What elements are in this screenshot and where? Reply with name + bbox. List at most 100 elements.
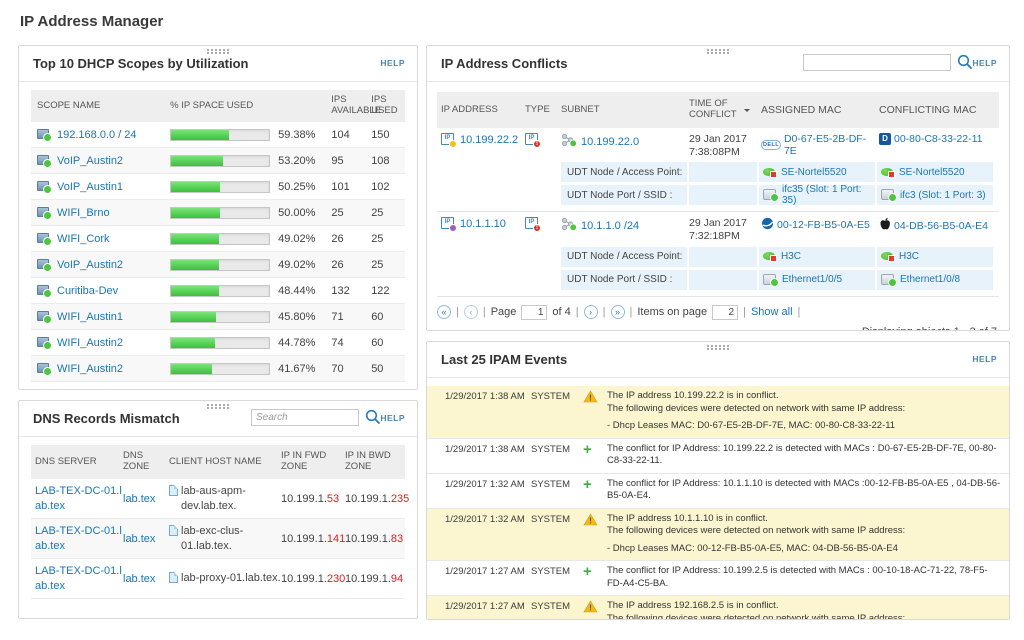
conflicting-port-link[interactable]: Ethernet1/0/8	[900, 274, 960, 285]
dns-server-link[interactable]: LAB-TEX-DC-01.lab.tex	[35, 525, 122, 551]
assigned-port-link[interactable]: Ethernet1/0/5	[782, 274, 842, 285]
event-row: 1/29/2017 1:27 AM SYSTEM ! The IP addres…	[427, 596, 1009, 620]
conflicting-mac-link[interactable]: 00-80-C8-33-22-11	[894, 133, 983, 145]
col-type: TYPE	[525, 105, 561, 116]
assigned-mac-link[interactable]: 00-12-FB-B5-0A-E5	[777, 219, 870, 231]
scope-name-link[interactable]: Curitiba-Dev	[57, 285, 118, 297]
scope-name-link[interactable]: WIFI_Austin2	[57, 363, 123, 375]
dns-zone-link[interactable]: lab.tex	[123, 533, 155, 545]
plus-icon: +	[581, 478, 607, 491]
ipam-dashboard: IP Address Manager Top 10 DHCP Scopes by…	[0, 0, 1024, 640]
event-message: The IP address 10.199.22.2 is in conflic…	[607, 390, 1001, 433]
col-assigned-mac: ASSIGNED MAC	[761, 104, 879, 116]
dns-mismatch-row: LAB-TEX-DC-01.lab.tex lab.tex lab-proxy-…	[31, 559, 405, 599]
scope-name-link[interactable]: WIFI_Brno	[57, 207, 110, 219]
dns-panel-title: DNS Records Mismatch	[33, 411, 180, 426]
subnet-link[interactable]: 10.1.1.0 /24	[581, 220, 639, 232]
col-scope-name: SCOPE NAME	[31, 101, 170, 112]
items-on-page-input[interactable]	[712, 305, 738, 320]
event-row: 1/29/2017 1:38 AM SYSTEM ! The IP addres…	[427, 386, 1009, 439]
subnet-link[interactable]: 10.199.22.0	[581, 136, 639, 148]
interface-icon	[881, 274, 897, 286]
ip-in-fwd-zone: 10.199.1.141	[281, 533, 345, 545]
utilization-percent: 50.25%	[274, 181, 320, 193]
scope-name-link[interactable]: WIFI_Austin1	[57, 311, 123, 323]
help-link[interactable]: HELP	[380, 413, 405, 423]
ip-conflict-type-icon: !	[525, 133, 540, 147]
ip-in-bwd-zone: 10.199.1.94	[345, 573, 405, 585]
ip-in-fwd-zone: 10.199.1.230	[281, 573, 345, 585]
ips-used: 150	[369, 129, 405, 141]
utilization-bar	[170, 155, 270, 167]
ips-available: 26	[319, 259, 369, 271]
h3c-globe-logo-icon	[761, 217, 774, 233]
scope-name-link[interactable]: WIFI_Cork	[57, 233, 110, 245]
dhcp-scope-row: 192.168.0.0 / 24 59.38% 104 150	[31, 122, 405, 148]
svg-text:!: !	[589, 604, 592, 613]
dhcp-scope-icon	[37, 206, 52, 220]
dhcp-scope-row: WIFI_Austin2 41.67% 70 50	[31, 356, 405, 382]
scope-name-link[interactable]: VoIP_Austin2	[57, 155, 123, 167]
utilization-bar	[170, 129, 270, 141]
utilization-bar	[170, 207, 270, 219]
conflict-row: 10.1.1.10 ! 10.1.1.0 /24 29 Jan 20177:32…	[437, 212, 999, 296]
prev-page-button[interactable]: ‹	[464, 305, 478, 319]
dns-server-link[interactable]: LAB-TEX-DC-01.lab.tex	[35, 485, 122, 511]
ip-status-icon	[441, 217, 456, 231]
col-ips-available: IPS AVAILABLE	[319, 95, 369, 117]
conflict-ip-link[interactable]: 10.199.22.2	[460, 134, 518, 146]
show-all-link[interactable]: Show all	[751, 306, 793, 318]
scope-name-link[interactable]: VoIP_Austin2	[57, 259, 123, 271]
host-document-icon	[169, 572, 178, 583]
ips-used: 102	[369, 181, 405, 193]
event-row: 1/29/2017 1:38 AM SYSTEM + The conflict …	[427, 439, 1009, 474]
dns-zone-link[interactable]: lab.tex	[123, 573, 155, 585]
dns-search-input[interactable]	[251, 409, 359, 426]
conflicting-mac-link[interactable]: 04-DB-56-B5-0A-E4	[894, 220, 988, 232]
dhcp-scope-row: WIFI_Austin2 44.78% 74 60	[31, 330, 405, 356]
apple-logo-icon	[879, 217, 891, 234]
col-client-host-name: CLIENT HOST NAME	[169, 457, 281, 468]
node-status-icon	[881, 251, 896, 262]
ips-available: 25	[319, 207, 369, 219]
sort-desc-icon	[744, 109, 750, 115]
last-page-button[interactable]: »	[611, 305, 625, 319]
dhcp-scope-row: VoIP_Austin1 50.25% 101 102	[31, 174, 405, 200]
first-page-button[interactable]: «	[437, 305, 451, 319]
ips-used: 50	[369, 363, 405, 375]
page-number-input[interactable]	[521, 305, 547, 320]
conflicts-panel-title: IP Address Conflicts	[441, 56, 567, 71]
col-time-of-conflict[interactable]: TIME OF CONFLICT	[689, 99, 761, 121]
conflicting-port-link[interactable]: ifc3 (Slot: 1 Port: 3)	[900, 190, 986, 201]
dns-server-link[interactable]: LAB-TEX-DC-01.lab.tex	[35, 565, 122, 591]
dhcp-scope-icon	[37, 336, 52, 350]
search-icon[interactable]	[957, 54, 973, 75]
help-link[interactable]: HELP	[380, 58, 405, 68]
col-ip-fwd-zone: IP IN FWD ZONE	[281, 451, 345, 473]
conflicts-search-input[interactable]	[803, 54, 951, 71]
conflicting-node-link[interactable]: SE-Nortel5520	[899, 167, 965, 178]
next-page-button[interactable]: ›	[584, 305, 598, 319]
assigned-node-link[interactable]: SE-Nortel5520	[781, 167, 847, 178]
help-link[interactable]: HELP	[972, 58, 997, 68]
dlink-logo-icon	[879, 133, 891, 145]
col-subnet: SUBNET	[561, 105, 689, 116]
scope-name-link[interactable]: VoIP_Austin1	[57, 181, 123, 193]
conflicting-node-link[interactable]: H3C	[899, 251, 919, 262]
pagination-bar: «| ‹| Page of 4| ›| »| Items on page | S…	[437, 305, 999, 320]
dhcp-scope-icon	[37, 258, 52, 272]
ips-available: 132	[319, 285, 369, 297]
assigned-node-link[interactable]: H3C	[781, 251, 801, 262]
col-dns-zone: DNS ZONE	[123, 451, 169, 473]
dns-zone-link[interactable]: lab.tex	[123, 493, 155, 505]
utilization-bar	[170, 311, 270, 323]
dhcp-scopes-panel: Top 10 DHCP Scopes by Utilization HELP S…	[18, 45, 418, 390]
ipam-events-panel: Last 25 IPAM Events HELP 1/29/2017 1:38 …	[426, 341, 1010, 620]
conflict-ip-link[interactable]: 10.1.1.10	[460, 218, 506, 230]
search-icon[interactable]	[365, 409, 381, 430]
assigned-port-link[interactable]: ifc35 (Slot: 1 Port: 35)	[782, 184, 875, 206]
scope-name-link[interactable]: 192.168.0.0 / 24	[57, 129, 137, 141]
scope-name-link[interactable]: WIFI_Austin2	[57, 337, 123, 349]
assigned-mac-link[interactable]: D0-67-E5-2B-DF-7E	[784, 133, 879, 157]
help-link[interactable]: HELP	[972, 354, 997, 364]
